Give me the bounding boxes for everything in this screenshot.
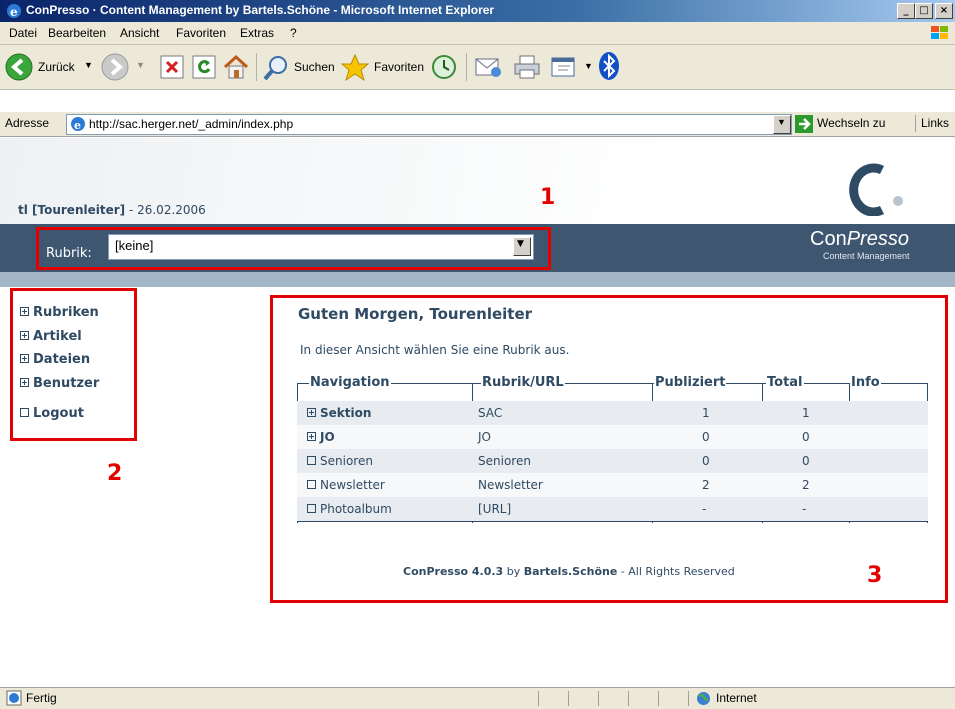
menu-help[interactable]: ? bbox=[290, 26, 297, 40]
stop-icon[interactable] bbox=[160, 55, 184, 79]
links-separator bbox=[915, 115, 916, 132]
brand-name: ConPresso bbox=[810, 228, 909, 251]
address-url: http://sac.herger.net/_admin/index.php bbox=[89, 117, 294, 131]
go-button[interactable]: Wechseln zu bbox=[795, 114, 911, 134]
internet-explorer-icon: e bbox=[7, 4, 21, 19]
mail-icon[interactable] bbox=[474, 54, 504, 80]
annotation-box-2 bbox=[10, 288, 137, 441]
annotation-box-3 bbox=[270, 295, 948, 603]
status-bar: Fertig Internet bbox=[0, 687, 955, 709]
toolbar: Zurück ▼ ▼ Suchen Favoriten ▼ bbox=[0, 45, 955, 90]
status-separator bbox=[538, 691, 539, 706]
page-header-strip bbox=[0, 272, 955, 287]
globe-icon bbox=[697, 692, 710, 705]
session-date: - 26.02.2006 bbox=[125, 203, 206, 217]
user-name: tl [Tourenleiter] bbox=[18, 203, 126, 217]
menu-ansicht[interactable]: Ansicht bbox=[120, 26, 159, 40]
menu-datei[interactable]: Datei bbox=[9, 26, 37, 40]
page-status-icon bbox=[6, 690, 22, 706]
annotation-label-1: 1 bbox=[540, 185, 556, 210]
status-separator bbox=[688, 691, 689, 706]
status-separator bbox=[568, 691, 569, 706]
status-separator bbox=[658, 691, 659, 706]
window-title-bar: e ConPresso · Content Management by Bart… bbox=[0, 0, 955, 22]
status-separator bbox=[598, 691, 599, 706]
svg-text:e: e bbox=[10, 5, 18, 19]
forward-arrow-icon bbox=[101, 53, 129, 81]
menu-bar: Datei Bearbeiten Ansicht Favoriten Extra… bbox=[0, 22, 955, 45]
address-dropdown-button[interactable]: ▼ bbox=[773, 115, 791, 134]
print-icon[interactable] bbox=[512, 54, 542, 80]
address-bar: Adresse e http://sac.herger.net/_admin/i… bbox=[0, 112, 955, 137]
minimize-button[interactable]: _ bbox=[897, 3, 915, 19]
refresh-icon[interactable] bbox=[192, 55, 216, 79]
menu-extras[interactable]: Extras bbox=[240, 26, 274, 40]
maximize-button[interactable]: □ bbox=[915, 3, 933, 19]
status-text: Fertig bbox=[26, 691, 57, 705]
annotation-label-2: 2 bbox=[107, 461, 123, 486]
go-arrow-icon bbox=[795, 115, 813, 133]
back-button[interactable]: Zurück ▼ bbox=[4, 51, 94, 83]
brand-subtitle: Content Management bbox=[823, 251, 910, 261]
forward-button[interactable]: ▼ bbox=[100, 51, 148, 83]
search-button[interactable]: Suchen bbox=[262, 51, 342, 83]
security-zone: Internet bbox=[716, 691, 757, 705]
window-title: ConPresso · Content Management by Bartel… bbox=[26, 3, 495, 17]
brand-presso: Presso bbox=[846, 228, 909, 250]
conpresso-logo-icon bbox=[849, 163, 903, 216]
home-icon[interactable] bbox=[222, 53, 250, 81]
menu-bearbeiten[interactable]: Bearbeiten bbox=[48, 26, 106, 40]
menu-favoriten[interactable]: Favoriten bbox=[176, 26, 226, 40]
chevron-down-icon: ▼ bbox=[84, 60, 93, 70]
page-icon: e bbox=[71, 117, 85, 132]
user-line: tl [Tourenleiter] - 26.02.2006 bbox=[18, 203, 206, 217]
svg-text:e: e bbox=[74, 119, 81, 132]
address-label: Adresse bbox=[5, 116, 50, 130]
links-button[interactable]: Links bbox=[921, 116, 949, 130]
search-icon bbox=[263, 56, 287, 81]
address-input[interactable]: e http://sac.herger.net/_admin/index.php… bbox=[66, 114, 792, 135]
search-label: Suchen bbox=[294, 60, 335, 74]
windows-logo-icon bbox=[931, 26, 948, 39]
chevron-down-icon: ▼ bbox=[777, 117, 786, 127]
toolbar-separator bbox=[466, 53, 467, 81]
back-arrow-icon bbox=[5, 53, 33, 81]
close-button[interactable]: × bbox=[935, 3, 953, 19]
history-icon[interactable] bbox=[430, 53, 458, 81]
edit-icon[interactable] bbox=[550, 54, 580, 80]
favorites-button[interactable]: Favoriten bbox=[340, 51, 430, 83]
bluetooth-icon[interactable] bbox=[598, 51, 620, 81]
chevron-down-icon[interactable]: ▼ bbox=[584, 61, 593, 71]
brand-con: Con bbox=[810, 228, 847, 250]
annotation-box-1 bbox=[36, 227, 551, 270]
status-separator bbox=[628, 691, 629, 706]
go-label: Wechseln zu bbox=[817, 116, 886, 130]
back-label: Zurück bbox=[38, 60, 75, 74]
chevron-down-icon: ▼ bbox=[136, 60, 145, 70]
star-icon bbox=[340, 53, 370, 82]
toolbar-separator bbox=[256, 53, 257, 81]
favorites-label: Favoriten bbox=[374, 60, 425, 74]
annotation-label-3: 3 bbox=[867, 563, 883, 588]
